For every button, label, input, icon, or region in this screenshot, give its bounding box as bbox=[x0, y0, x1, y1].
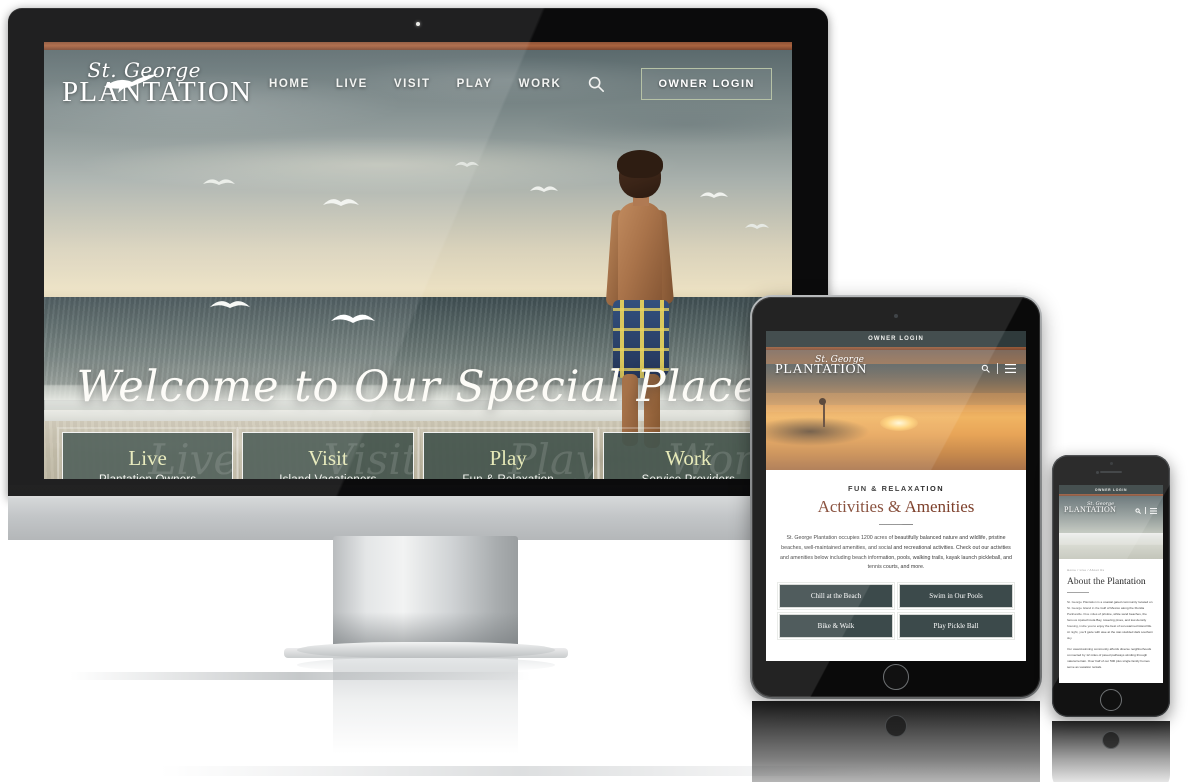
seagull-icon bbox=[202, 175, 236, 189]
camera-icon bbox=[1096, 471, 1099, 474]
phone-reflection bbox=[1052, 721, 1170, 782]
tablet-hero-reflection bbox=[766, 393, 1026, 413]
seagull-icon bbox=[454, 158, 480, 169]
heading-divider bbox=[879, 524, 913, 525]
button-bike-and-walk[interactable]: Bike & Walk bbox=[776, 611, 896, 641]
seagull-icon bbox=[744, 220, 770, 231]
owner-login-button[interactable]: OWNER LOGIN bbox=[641, 68, 772, 100]
monitor-reflection-foot bbox=[297, 658, 555, 672]
hero-card-row: Live Live Plantation Owners Visit Visit … bbox=[56, 427, 780, 479]
card-title: Play bbox=[489, 446, 527, 470]
tablet-button-grid: Chill at the Beach Swim in Our Pools Bik… bbox=[776, 581, 1016, 641]
tablet-hero-pole bbox=[823, 402, 826, 427]
seagull-icon bbox=[699, 188, 729, 201]
heading-divider bbox=[1067, 592, 1089, 593]
phone-hero-surf bbox=[1059, 532, 1163, 546]
button-play-pickle-ball[interactable]: Play Pickle Ball bbox=[896, 611, 1016, 641]
tablet-reflection bbox=[752, 701, 1040, 782]
nav-item-work[interactable]: WORK bbox=[519, 78, 562, 90]
phone-home-button-reflection bbox=[1102, 731, 1120, 749]
tablet-owner-login-bar[interactable]: OWNER LOGIN bbox=[766, 331, 1026, 347]
seagull-icon bbox=[330, 308, 376, 328]
seagull-icon bbox=[322, 194, 360, 210]
phone-home-button[interactable] bbox=[1100, 689, 1122, 711]
site-logo[interactable]: St. George PLANTATION bbox=[62, 60, 251, 107]
phone-device: OWNER LOGIN St. George PLANTATION Home /… bbox=[1052, 455, 1170, 782]
tablet-home-button[interactable] bbox=[883, 664, 909, 690]
tablet-hero: St. George PLANTATION bbox=[766, 350, 1026, 470]
nav-item-home[interactable]: HOME bbox=[269, 78, 310, 90]
card-subtitle: Plantation Owners bbox=[71, 474, 224, 479]
logo-main-text: PLANTATION bbox=[775, 362, 867, 377]
nav-item-visit[interactable]: VISIT bbox=[394, 78, 431, 90]
button-swim-in-our-pools[interactable]: Swim in Our Pools bbox=[896, 581, 1016, 611]
phone-content: Home / Live / About Us About the Plantat… bbox=[1059, 559, 1163, 683]
device-mockup-stage: Welcome to Our Special Place St. George … bbox=[0, 0, 1200, 782]
nav-item-live[interactable]: LIVE bbox=[336, 78, 368, 90]
desktop-screen: Welcome to Our Special Place St. George … bbox=[44, 42, 792, 479]
phone-heading: About the Plantation bbox=[1067, 577, 1146, 587]
card-subtitle: Service Providers bbox=[612, 474, 765, 479]
tablet-heading: Activities & Amenities bbox=[817, 497, 975, 516]
tablet-home-button-reflection bbox=[885, 715, 907, 737]
hero-card-play[interactable]: Play Play Fun & Relaxation bbox=[417, 427, 599, 479]
hamburger-menu-icon[interactable] bbox=[1150, 507, 1157, 514]
camera-icon bbox=[894, 314, 898, 318]
card-title: Visit bbox=[308, 446, 348, 470]
tablet-paragraph: St. George Plantation occupies 1200 acre… bbox=[779, 535, 1013, 571]
card-subtitle: Fun & Relaxation bbox=[432, 474, 585, 479]
copper-top-bar bbox=[44, 42, 792, 50]
tablet-hero-shadow bbox=[766, 417, 870, 446]
seagull-icon bbox=[529, 182, 559, 195]
webcam-icon bbox=[416, 22, 420, 26]
tablet-site-logo[interactable]: St. George PLANTATION bbox=[775, 356, 867, 377]
tablet-device: OWNER LOGIN St. George PLANTATION FUN & … bbox=[750, 295, 1042, 782]
monitor-base-plate bbox=[8, 496, 753, 540]
phone-nav-icons bbox=[1135, 507, 1157, 514]
front-camera-icon bbox=[1109, 462, 1113, 465]
tablet-nav-icons bbox=[981, 363, 1016, 374]
nav-links: HOME LIVE VISIT PLAY WORK OWNER LOGIN bbox=[269, 68, 772, 100]
tablet-screen: OWNER LOGIN St. George PLANTATION FUN & … bbox=[766, 331, 1026, 661]
desktop-monitor: Welcome to Our Special Place St. George … bbox=[8, 8, 828, 511]
phone-site-logo[interactable]: St. George PLANTATION bbox=[1064, 502, 1116, 514]
phone-hero: St. George PLANTATION bbox=[1059, 496, 1163, 559]
seagull-icon bbox=[209, 295, 251, 313]
card-title: Live bbox=[128, 446, 167, 470]
hero-card-visit[interactable]: Visit Visit Island Vacationers bbox=[237, 427, 419, 479]
phone-paragraph-1: St. George Plantation is a coastal gated… bbox=[1067, 600, 1154, 641]
monitor-stand-shadow bbox=[333, 612, 518, 646]
phone-paragraph-2: Our award-winning community affords dive… bbox=[1067, 647, 1152, 670]
hero-card-work[interactable]: Work Work Service Providers bbox=[597, 427, 780, 479]
search-icon[interactable] bbox=[587, 75, 605, 93]
phone-screen: OWNER LOGIN St. George PLANTATION Home /… bbox=[1059, 485, 1163, 683]
breadcrumb[interactable]: Home / Live / About Us bbox=[1067, 568, 1155, 572]
monitor-stand-foot bbox=[297, 642, 555, 658]
seagull-logo-icon bbox=[104, 74, 158, 93]
logo-main-text: PLANTATION bbox=[1064, 505, 1117, 514]
sun-icon bbox=[880, 414, 919, 431]
nav-divider bbox=[997, 363, 998, 374]
hero-title: Welcome to Our Special Place bbox=[76, 362, 760, 412]
tablet-content: FUN & RELAXATION Activities & Amenities … bbox=[766, 470, 1026, 647]
surface-shadow-left bbox=[70, 672, 530, 680]
search-icon[interactable] bbox=[981, 364, 990, 373]
hero-card-live[interactable]: Live Live Plantation Owners bbox=[56, 427, 239, 479]
card-title: Work bbox=[665, 446, 712, 470]
tablet-eyebrow: FUN & RELAXATION bbox=[847, 484, 945, 493]
card-subtitle: Island Vacationers bbox=[251, 474, 404, 479]
nav-divider bbox=[1145, 507, 1146, 514]
button-chill-at-the-beach[interactable]: Chill at the Beach bbox=[776, 581, 896, 611]
desktop-navbar: St. George PLANTATION HOME LIVE VISIT PL… bbox=[44, 50, 792, 118]
hamburger-menu-icon[interactable] bbox=[1005, 364, 1016, 373]
search-icon[interactable] bbox=[1135, 507, 1141, 514]
phone-owner-login-bar[interactable]: OWNER LOGIN bbox=[1059, 485, 1163, 494]
nav-item-play[interactable]: PLAY bbox=[457, 78, 493, 90]
